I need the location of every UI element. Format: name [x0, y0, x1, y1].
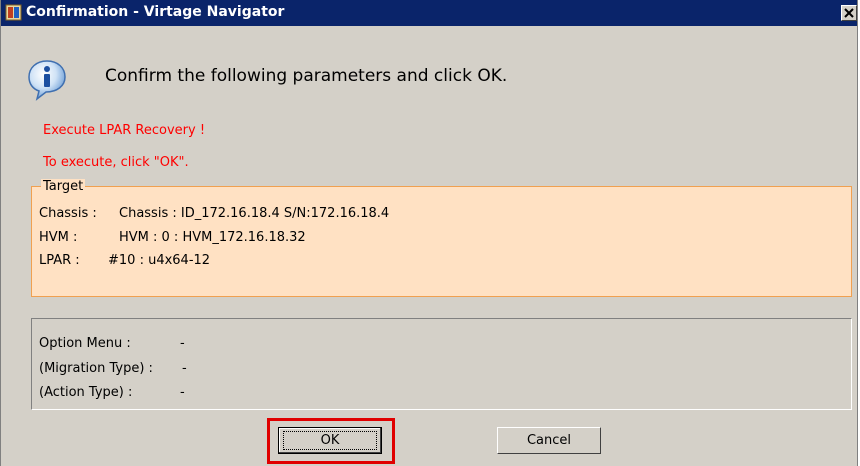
target-value: HVM : 0 : HVM_172.16.18.32 [119, 230, 306, 245]
title-bar[interactable]: Confirmation - Virtage Navigator [1, 0, 857, 26]
header-message: Confirm the following parameters and cli… [105, 66, 508, 86]
close-button[interactable] [841, 5, 857, 21]
window-title: Confirmation - Virtage Navigator [26, 4, 285, 20]
target-value: #10 : u4x64-12 [108, 253, 211, 268]
option-value: - [180, 336, 185, 351]
target-value: Chassis : ID_172.16.18.4 S/N:172.16.18.4 [119, 206, 390, 221]
confirmation-dialog: Confirmation - Virtage Navigator Confirm… [0, 0, 858, 466]
ok-highlight-box [267, 418, 395, 464]
option-label: (Action Type) : [39, 385, 133, 400]
warning-execute: Execute LPAR Recovery ! [43, 123, 206, 138]
option-value: - [182, 361, 187, 376]
option-label: Option Menu : [39, 336, 131, 351]
app-icon [5, 4, 22, 21]
info-icon [25, 58, 69, 102]
target-label: LPAR : [39, 253, 80, 268]
close-icon [844, 8, 854, 18]
target-label: Chassis : [39, 206, 97, 221]
target-label: HVM : [39, 230, 78, 245]
cancel-button-label: Cancel [526, 433, 572, 448]
option-value: - [180, 385, 185, 400]
warning-click-ok: To execute, click "OK". [43, 155, 189, 170]
options-group [31, 318, 852, 410]
option-label: (Migration Type) : [39, 361, 153, 376]
target-legend: Target [41, 179, 86, 194]
cancel-button[interactable]: Cancel [497, 427, 601, 454]
